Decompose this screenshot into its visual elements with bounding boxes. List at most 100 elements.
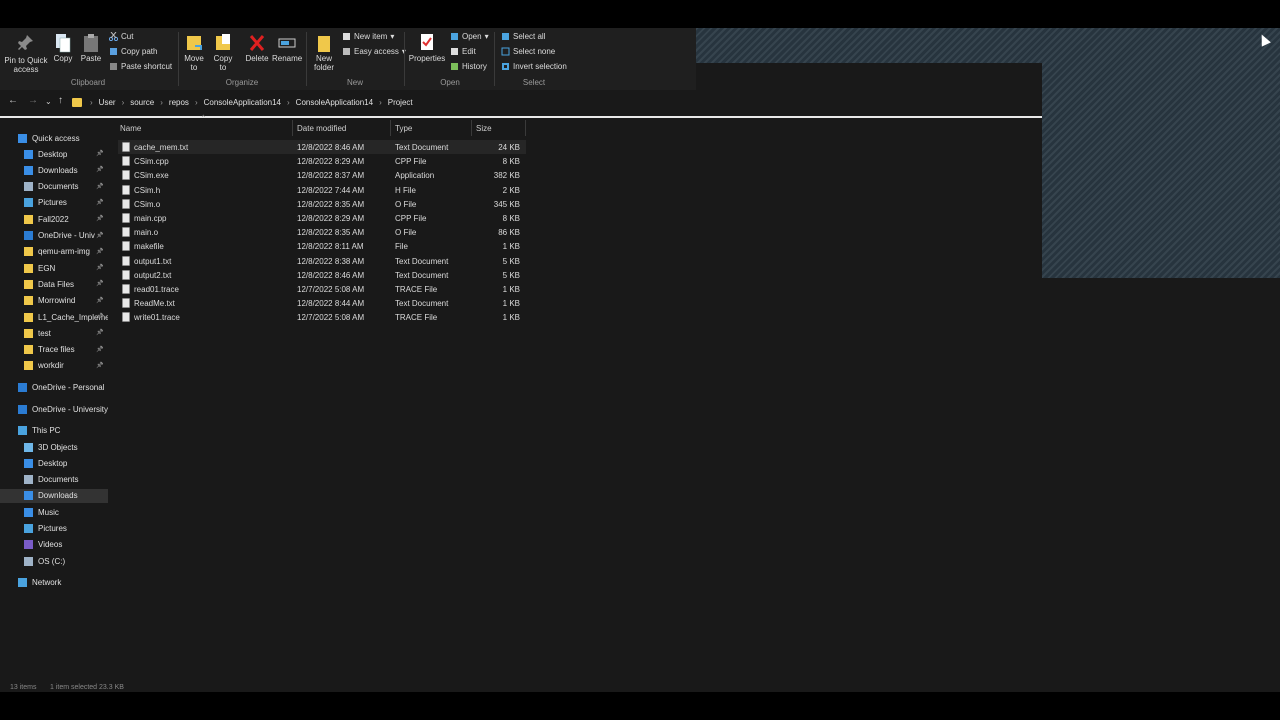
folder-icon — [24, 149, 33, 159]
file-date: 12/8/2022 7:44 AM — [297, 185, 365, 195]
breadcrumb-item[interactable]: ConsoleApplication14 — [204, 98, 281, 107]
column-divider[interactable] — [292, 120, 293, 136]
file-size: 2 KB — [502, 185, 520, 195]
file-row[interactable]: output1.txt 12/8/2022 8:38 AM Text Documen… — [118, 254, 526, 268]
file-row[interactable]: main.o 12/8/2022 8:35 AM O File 86 KB — [118, 225, 526, 239]
file-name: output1.txt — [134, 256, 172, 266]
paste-icon — [82, 32, 100, 52]
file-row[interactable]: cache_mem.txt 12/8/2022 8:46 AM Text Docum… — [118, 140, 526, 154]
file-date: 12/8/2022 8:11 AM — [297, 242, 364, 252]
ribbon-divider — [178, 32, 179, 86]
folder-icon — [24, 165, 33, 175]
file-row[interactable]: makefile 12/8/2022 8:11 AM File 1 KB — [118, 239, 526, 253]
new-folder-button[interactable]: New folder — [312, 32, 336, 72]
pin-quick-access-button[interactable]: Pin to Quick access — [4, 34, 48, 74]
invert-selection-button[interactable]: Invert selection — [501, 60, 567, 73]
folder-icon — [72, 97, 82, 107]
nav-pc-item[interactable]: Videos — [24, 538, 108, 552]
move-to-button[interactable]: Move to — [182, 32, 206, 72]
nav-pc-item[interactable]: OS (C:) — [24, 554, 108, 568]
up-arrow-icon[interactable]: ↑ — [58, 95, 63, 106]
nav-item-label: OneDrive - Univ — [38, 231, 95, 240]
ribbon-divider — [494, 32, 495, 86]
file-row[interactable]: main.cpp 12/8/2022 8:29 AM CPP File 8 KB — [118, 211, 526, 225]
file-type: O File — [395, 228, 417, 238]
file-row[interactable]: CSim.o 12/8/2022 8:35 AM O File 345 KB — [118, 197, 526, 211]
file-row[interactable]: CSim.h 12/8/2022 7:44 AM H File 2 KB — [118, 183, 526, 197]
file-icon — [122, 170, 130, 181]
forward-arrow-icon[interactable]: → — [28, 95, 38, 106]
file-row[interactable]: read01.trace 12/7/2022 5:08 AM TRACE File 1… — [118, 282, 526, 296]
file-row[interactable]: output2.txt 12/8/2022 8:46 AM Text Documen… — [118, 268, 526, 282]
nav-pc-item[interactable]: Documents — [24, 473, 108, 487]
copy-icon — [54, 32, 72, 53]
window-top-bar — [0, 0, 1280, 28]
pin-icon: 📌 — [96, 314, 104, 320]
copy-button[interactable]: Copy — [52, 32, 74, 63]
nav-this-pc[interactable]: This PC — [18, 423, 108, 437]
nav-pc-item[interactable]: 3D Objects — [24, 440, 108, 454]
open-button[interactable]: Open ▾ — [450, 30, 489, 43]
pin-icon: 📌 — [96, 297, 104, 304]
column-header-type[interactable]: Type — [395, 121, 412, 135]
file-row[interactable]: CSim.exe 12/8/2022 8:37 AM Application 382 … — [118, 168, 526, 182]
file-type: Application — [395, 171, 435, 181]
breadcrumb-item[interactable]: ConsoleApplication14 — [296, 98, 373, 107]
file-row[interactable]: CSim.cpp 12/8/2022 8:29 AM CPP File 8 KB — [118, 154, 526, 168]
paste-shortcut-button[interactable]: Paste shortcut — [109, 60, 172, 73]
file-name: CSim.h — [134, 185, 161, 195]
file-name: read01.trace — [134, 285, 179, 294]
select-all-icon — [501, 32, 510, 41]
select-none-button[interactable]: Select none — [501, 45, 555, 58]
item-count: 13 items — [10, 684, 37, 691]
breadcrumb-item[interactable]: repos — [169, 98, 189, 107]
breadcrumb-item[interactable]: source — [130, 98, 154, 107]
column-header-size[interactable]: Size — [476, 121, 492, 135]
nav-pc-item[interactable]: Downloads — [0, 488, 108, 503]
column-divider[interactable] — [471, 120, 472, 136]
nav-onedrive-personal[interactable]: OneDrive - Personal — [18, 380, 108, 394]
new-item-button[interactable]: New item ▾ — [342, 30, 394, 43]
nav-item-label: Music — [38, 507, 59, 517]
column-divider[interactable] — [525, 120, 526, 136]
edit-button[interactable]: Edit — [450, 45, 476, 58]
select-all-button[interactable]: Select all — [501, 30, 545, 43]
breadcrumb-item[interactable]: Project — [388, 98, 413, 107]
breadcrumb-item[interactable]: User — [99, 98, 116, 107]
copy-to-button[interactable]: Copy to — [211, 32, 235, 72]
nav-pc-item[interactable]: Pictures — [24, 522, 108, 536]
copy-path-button[interactable]: Copy path — [109, 45, 157, 58]
pin-icon: 📌 — [96, 330, 104, 337]
nav-pc-item[interactable]: Music — [24, 505, 108, 519]
rename-button[interactable]: Rename — [272, 32, 302, 63]
folder-icon — [24, 312, 33, 322]
file-row[interactable]: write01.trace 12/7/2022 5:08 AM TRACE File… — [118, 310, 526, 324]
folder-icon — [24, 458, 33, 468]
column-header-name[interactable]: Name — [120, 121, 141, 135]
cut-button[interactable]: Cut — [108, 30, 133, 43]
properties-button[interactable]: Properties — [408, 32, 446, 63]
file-icon — [122, 199, 130, 209]
copy-path-icon — [109, 47, 118, 56]
paste-button[interactable]: Paste — [80, 32, 102, 63]
nav-pc-item[interactable]: Desktop — [24, 456, 108, 470]
file-size: 1 KB — [502, 285, 520, 294]
column-divider[interactable] — [390, 120, 391, 136]
nav-item-label: Documents — [38, 475, 79, 485]
back-arrow-icon[interactable]: ← — [8, 95, 18, 106]
address-bar[interactable]: › User › source › repos › ConsoleApplica… — [72, 94, 1040, 110]
file-date: 12/8/2022 8:35 AM — [297, 228, 365, 238]
file-name: CSim.cpp — [134, 157, 169, 167]
chevron-right-icon: › — [379, 97, 382, 107]
easy-access-button[interactable]: Easy access▾ — [342, 45, 406, 58]
file-date: 12/8/2022 8:35 AM — [297, 199, 365, 209]
file-row[interactable]: ReadMe.txt 12/8/2022 8:44 AM Text Document… — [118, 296, 526, 310]
nav-quick-access[interactable]: Quick access — [18, 131, 108, 145]
history-button[interactable]: History — [450, 60, 487, 73]
nav-onedrive-university[interactable]: OneDrive - University — [18, 402, 108, 416]
delete-button[interactable]: Delete — [245, 32, 269, 63]
recent-locations-chevron-icon[interactable]: ⌄ — [45, 97, 52, 106]
pin-icon: 📌 — [96, 346, 104, 353]
nav-network[interactable]: Network — [18, 575, 108, 589]
column-header-date[interactable]: Date modified — [297, 121, 346, 135]
